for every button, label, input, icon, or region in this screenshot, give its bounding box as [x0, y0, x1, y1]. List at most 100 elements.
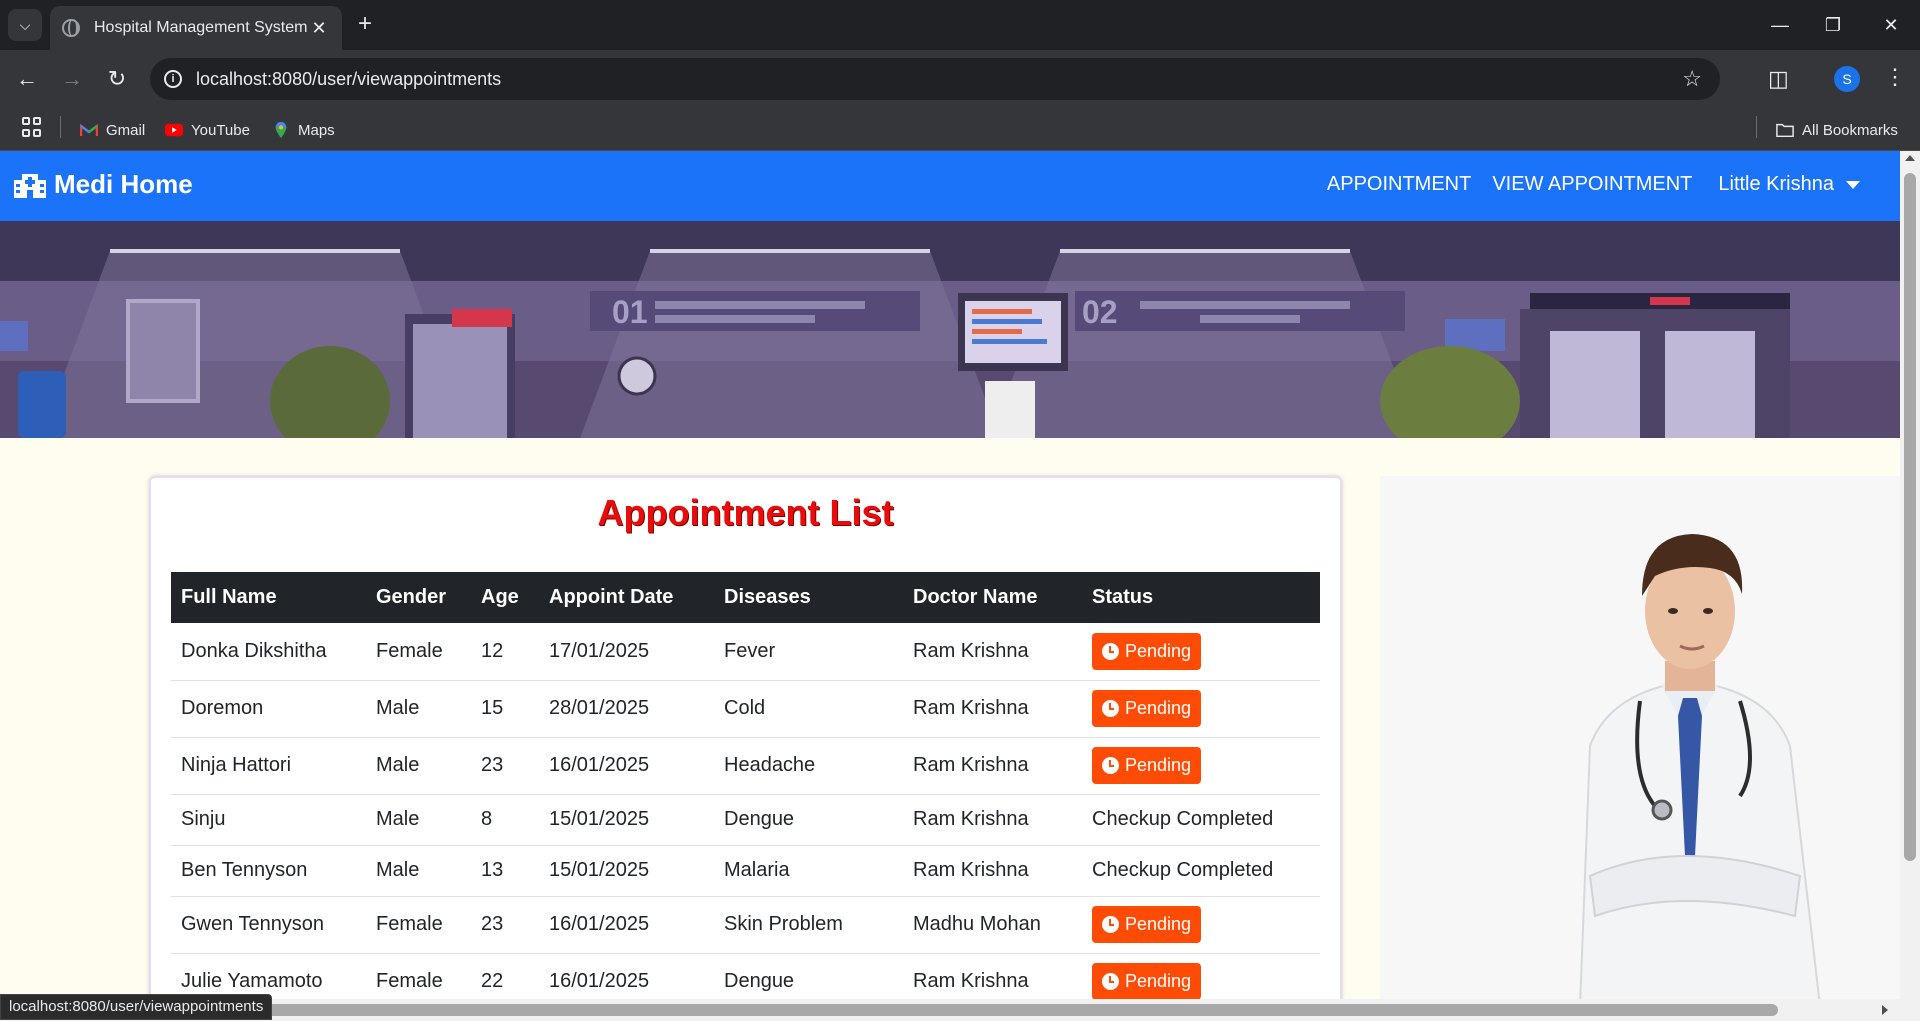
bookmark-maps[interactable]: Maps: [272, 119, 335, 141]
cell-disease: Skin Problem: [714, 896, 903, 954]
bookmarks-divider: [60, 116, 61, 138]
scroll-right-arrow-icon[interactable]: [1882, 1005, 1888, 1015]
status-text: Pending: [1125, 640, 1192, 661]
cell-doctor: Ram Krishna: [903, 623, 1082, 681]
table-row: Donka Dikshitha Female 12 17/01/2025 Fev…: [171, 623, 1320, 681]
all-bookmarks-label: All Bookmarks: [1802, 121, 1898, 139]
table-row: Doremon Male 15 28/01/2025 Cold Ram Kris…: [171, 680, 1320, 738]
clock-icon: [1102, 700, 1119, 717]
maps-icon: [275, 122, 287, 138]
bookmark-label: Maps: [298, 121, 335, 139]
cell-name: Ben Tennyson: [171, 845, 366, 897]
cell-date: 15/01/2025: [539, 845, 714, 897]
back-button[interactable]: ←: [12, 64, 42, 94]
status-badge: Pending: [1092, 632, 1202, 670]
folder-icon: [1776, 123, 1794, 138]
cell-gender: Female: [366, 953, 471, 999]
reload-button[interactable]: ↻: [102, 64, 132, 94]
apps-grid-icon[interactable]: [22, 117, 42, 137]
profile-avatar[interactable]: S: [1834, 66, 1860, 92]
scrollbar-thumb[interactable]: [1904, 173, 1916, 861]
brand-link[interactable]: Medi Home: [14, 169, 193, 200]
scroll-up-arrow-icon[interactable]: [1905, 155, 1915, 161]
table-row: Ninja Hattori Male 23 16/01/2025 Headach…: [171, 737, 1320, 795]
cell-gender: Male: [366, 845, 471, 897]
svg-text:01: 01: [612, 294, 648, 330]
cell-age: 23: [471, 896, 539, 954]
cell-disease: Dengue: [714, 953, 903, 999]
page-viewport: Medi Home APPOINTMENT VIEW APPOINTMENT L…: [0, 151, 1900, 999]
column-header: Appoint Date: [549, 586, 674, 608]
clock-icon: [1102, 916, 1119, 933]
cell-name: Julie Yamamoto: [171, 953, 366, 999]
cell-disease: Malaria: [714, 845, 903, 897]
cell-status: Pending: [1082, 896, 1320, 954]
close-window-button[interactable]: ✕: [1871, 8, 1911, 42]
cell-age: 8: [471, 794, 539, 846]
cell-name: Ninja Hattori: [171, 737, 366, 795]
cell-age: 22: [471, 953, 539, 999]
cell-date: 15/01/2025: [539, 794, 714, 846]
cell-date: 16/01/2025: [539, 953, 714, 999]
browser-tab[interactable]: Hospital Management System ✕: [50, 6, 342, 50]
url-text[interactable]: localhost:8080/user/viewappointments: [196, 69, 1682, 90]
cell-doctor: Ram Krishna: [903, 845, 1082, 897]
vertical-scrollbar[interactable]: [1900, 151, 1920, 999]
link-status-bar: localhost:8080/user/viewappointments: [0, 994, 273, 1020]
caret-down-icon: [1846, 180, 1860, 189]
cell-status: Pending: [1082, 953, 1320, 999]
all-bookmarks-button[interactable]: All Bookmarks: [1776, 119, 1898, 141]
cell-name: Gwen Tennyson: [171, 896, 366, 954]
cell-disease: Headache: [714, 737, 903, 795]
doctor-illustration: [1380, 476, 1900, 999]
user-dropdown[interactable]: Little Krishna: [1718, 173, 1860, 196]
address-bar[interactable]: i localhost:8080/user/viewappointments ☆: [150, 58, 1720, 100]
appointment-card: Appointment List Full Name Gender Age Ap…: [149, 476, 1342, 999]
cell-gender: Female: [366, 896, 471, 954]
cell-doctor: Ram Krishna: [903, 953, 1082, 999]
column-header: Status: [1092, 586, 1154, 608]
cell-status: Checkup Completed: [1082, 794, 1320, 846]
hospital-icon: [14, 173, 46, 198]
chevron-down-icon: ⌵: [19, 16, 31, 33]
column-header: Age: [481, 586, 519, 608]
status-text: Pending: [1125, 755, 1192, 775]
menu-kebab-icon[interactable]: ⋮: [1884, 64, 1906, 90]
nav-appointment-link[interactable]: APPOINTMENT: [1327, 173, 1471, 196]
extensions-icon[interactable]: ◫: [1768, 66, 1789, 92]
bookmark-label: YouTube: [191, 121, 250, 139]
cell-name: Doremon: [171, 680, 366, 738]
horizontal-scrollbar[interactable]: [0, 999, 1920, 1021]
tab-title: Hospital Management System: [94, 19, 308, 36]
gmail-icon: [80, 123, 98, 136]
tab-search-button[interactable]: ⌵: [8, 9, 42, 41]
cell-date: 16/01/2025: [539, 896, 714, 954]
forward-button[interactable]: →: [57, 64, 87, 94]
table-row: Gwen Tennyson Female 23 16/01/2025 Skin …: [171, 896, 1320, 954]
svg-text:02: 02: [1082, 294, 1118, 330]
minimize-button[interactable]: —: [1760, 8, 1800, 42]
cell-date: 16/01/2025: [539, 737, 714, 795]
cell-gender: Male: [366, 680, 471, 738]
cell-doctor: Ram Krishna: [903, 794, 1082, 846]
site-info-icon[interactable]: i: [164, 70, 182, 88]
appointment-list-title: Appointment List: [597, 492, 894, 533]
restore-button[interactable]: ❐: [1813, 8, 1853, 42]
close-tab-icon[interactable]: ✕: [308, 18, 330, 39]
cell-doctor: Ram Krishna: [903, 680, 1082, 738]
site-navbar: Medi Home APPOINTMENT VIEW APPOINTMENT L…: [0, 151, 1900, 221]
cell-doctor: Madhu Mohan: [903, 896, 1082, 954]
status-badge: Pending: [1092, 690, 1202, 727]
new-tab-button[interactable]: +: [352, 12, 378, 38]
bookmark-youtube[interactable]: YouTube: [165, 119, 250, 141]
cell-age: 12: [471, 623, 539, 681]
scrollbar-thumb[interactable]: [8, 1004, 1778, 1016]
bookmark-gmail[interactable]: Gmail: [80, 119, 145, 141]
bookmark-star-icon[interactable]: ☆: [1682, 66, 1702, 92]
status-text: Pending: [1125, 698, 1192, 718]
bookmark-label: Gmail: [106, 121, 146, 139]
column-header: Diseases: [724, 586, 811, 608]
clock-icon: [1102, 642, 1119, 660]
nav-view-appointment-link[interactable]: VIEW APPOINTMENT: [1492, 173, 1692, 196]
column-header: Full Name: [181, 586, 277, 608]
